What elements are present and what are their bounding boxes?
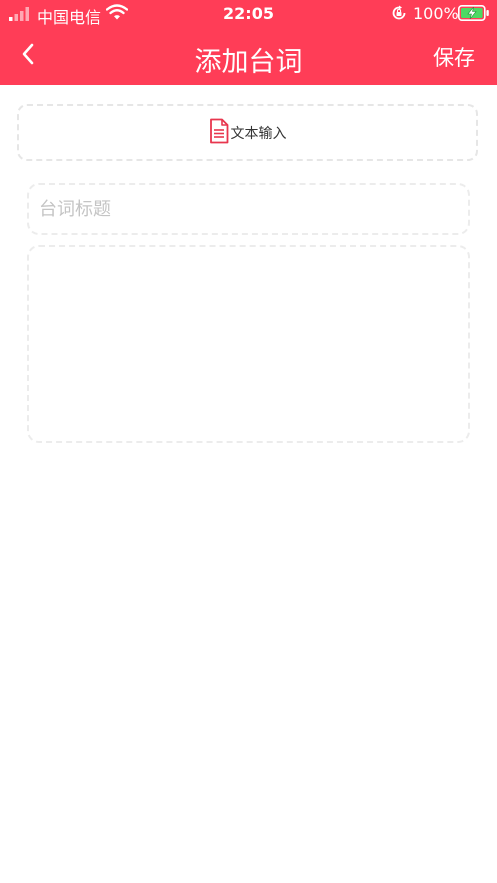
text-input-button[interactable]: 文本输入 [17,104,478,161]
battery-charging-icon [458,5,490,25]
rotation-lock-icon [391,5,407,25]
status-bar: 中国电信 22:05 100% [0,0,497,28]
title-input[interactable] [29,185,468,233]
battery-percentage: 100% [413,4,459,23]
text-input-label: 文本输入 [230,125,287,142]
content-textarea[interactable] [29,247,468,441]
content-field-container [27,245,470,443]
header: 中国电信 22:05 100% 添加台词 保存 [0,0,497,85]
page-title: 添加台词 [194,47,303,78]
title-field-container [27,183,470,235]
nav-bar: 添加台词 保存 [0,28,497,85]
save-button[interactable]: 保存 [433,42,475,72]
document-icon [209,118,229,148]
